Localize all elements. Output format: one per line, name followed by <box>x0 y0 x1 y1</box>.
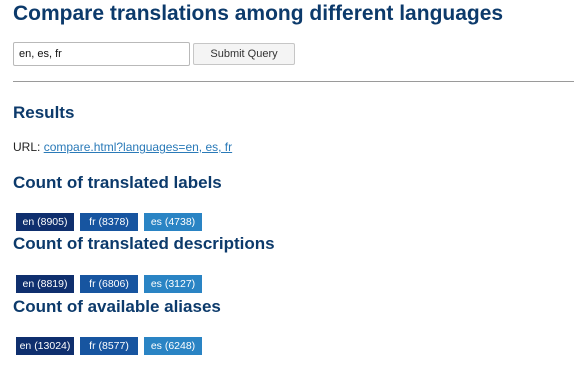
descriptions-badge-es: es (3127) <box>144 275 202 293</box>
page-title: Compare translations among different lan… <box>13 2 504 25</box>
labels-badge-fr: fr (8378) <box>80 213 138 231</box>
aliases-badge-en: en (13024) <box>16 337 74 355</box>
aliases-badge-fr: fr (8577) <box>80 337 138 355</box>
languages-input[interactable] <box>13 42 190 66</box>
descriptions-badge-fr: fr (6806) <box>80 275 138 293</box>
labels-badges: en (8905) fr (8378) es (4738) <box>16 213 208 231</box>
query-form: Submit Query <box>13 42 295 66</box>
labels-count-heading: Count of translated labels <box>13 173 222 192</box>
descriptions-badges: en (8819) fr (6806) es (3127) <box>16 275 208 293</box>
descriptions-badge-en: en (8819) <box>16 275 74 293</box>
page: Compare translations among different lan… <box>0 0 574 372</box>
labels-badge-es: es (4738) <box>144 213 202 231</box>
url-label: URL: <box>13 140 41 154</box>
descriptions-count-heading: Count of translated descriptions <box>13 234 275 253</box>
divider <box>13 81 574 82</box>
results-heading: Results <box>13 103 75 122</box>
submit-query-button[interactable]: Submit Query <box>193 43 295 65</box>
url-link[interactable]: compare.html?languages=en, es, fr <box>44 140 232 154</box>
url-line: URL: compare.html?languages=en, es, fr <box>13 140 232 154</box>
aliases-badges: en (13024) fr (8577) es (6248) <box>16 337 208 355</box>
labels-badge-en: en (8905) <box>16 213 74 231</box>
aliases-badge-es: es (6248) <box>144 337 202 355</box>
aliases-count-heading: Count of available aliases <box>13 297 221 316</box>
